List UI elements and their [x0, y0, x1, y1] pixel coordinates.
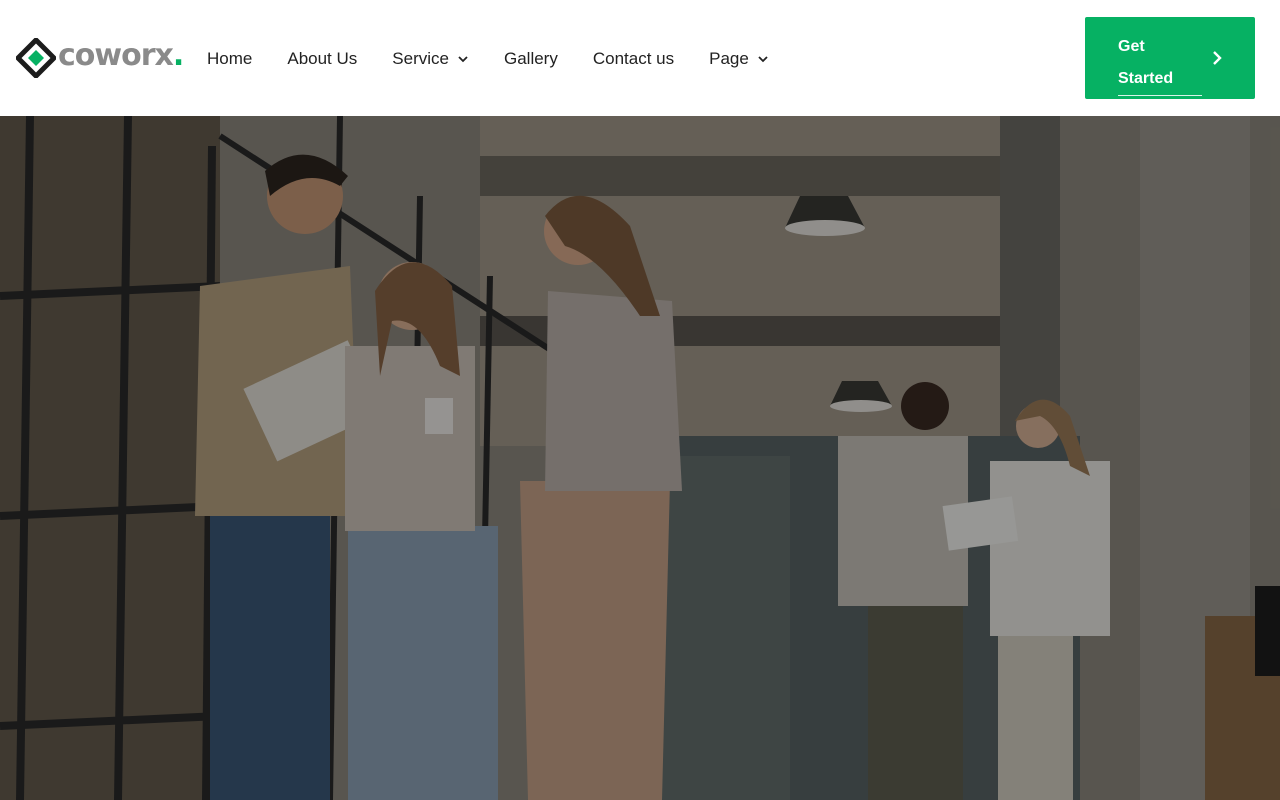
- logo-text: coworx.: [58, 38, 184, 73]
- logo[interactable]: coworx.: [16, 38, 184, 78]
- chevron-right-icon: [1213, 51, 1222, 65]
- logo-mark-icon: [16, 38, 56, 78]
- site-header: coworx. Home About Us Service Gallery Co…: [0, 0, 1280, 116]
- chevron-down-icon: [458, 56, 468, 63]
- nav-item-gallery[interactable]: Gallery: [504, 49, 558, 69]
- nav-item-home[interactable]: Home: [207, 49, 252, 69]
- nav-label: Page: [709, 49, 749, 68]
- nav-label: Gallery: [503, 49, 558, 68]
- nav-label: Home: [207, 49, 253, 68]
- get-started-button[interactable]: Get Started: [1085, 17, 1255, 99]
- nav-label: Contact us: [592, 49, 675, 68]
- nav-label: About Us: [287, 49, 358, 68]
- nav-item-about-us[interactable]: About Us: [287, 49, 357, 69]
- nav-item-page[interactable]: Page: [709, 49, 769, 69]
- nav-item-service[interactable]: Service: [392, 49, 469, 69]
- get-started-label: Get Started: [1118, 31, 1202, 96]
- nav-label: Service: [392, 49, 449, 68]
- hero-image: [0, 116, 1280, 800]
- nav-item-contact-us[interactable]: Contact us: [593, 49, 674, 69]
- chevron-down-icon: [758, 56, 768, 63]
- main-nav: Home About Us Service Gallery Contact us…: [207, 47, 804, 71]
- hero-dark-overlay: [0, 116, 1280, 800]
